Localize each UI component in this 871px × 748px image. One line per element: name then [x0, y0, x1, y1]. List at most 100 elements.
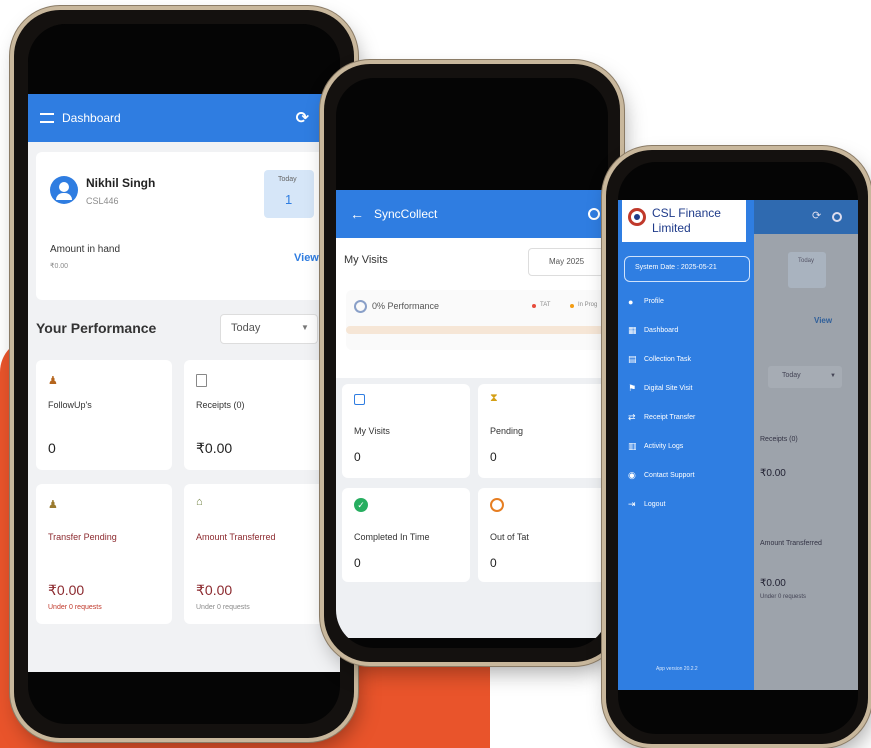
performance-title: Your Performance	[36, 320, 157, 336]
user-name: Nikhil Singh	[86, 176, 156, 190]
menu-icon[interactable]	[40, 113, 54, 123]
bank-icon: ⌂	[196, 496, 203, 508]
pending-card[interactable]: ⧗ Pending 0	[478, 384, 606, 478]
synccollect-content: My Visits May 2025 0% Performance TAT In…	[336, 238, 608, 638]
background-today-label: Today	[798, 258, 815, 264]
avatar	[50, 176, 78, 204]
app-version: App version 20.2.2	[656, 666, 698, 672]
background-amount-1: ₹0.00	[760, 468, 786, 479]
background-amount-2: ₹0.00	[760, 578, 786, 589]
out-of-tat-label: Out of Tat	[490, 532, 529, 542]
pending-value: 0	[490, 450, 497, 464]
background-search-icon	[832, 212, 842, 222]
background-transferred: Amount Transferred	[760, 540, 822, 547]
phone-dashboard: Dashboard ⟳ Nikhil Singh CSL446 Today 1 …	[14, 10, 354, 738]
menu-item-label: Activity Logs	[644, 443, 684, 450]
transfer-pending-card[interactable]: ♟ Transfer Pending ₹0.00 Under 0 request…	[36, 484, 172, 624]
system-date-badge: System Date : 2025-05-21	[624, 256, 750, 282]
profile-card: Nikhil Singh CSL446 Today 1 Amount in ha…	[36, 152, 336, 300]
receipts-label: Receipts (0)	[196, 400, 245, 410]
menu-item-profile[interactable]: ● Profile	[628, 296, 748, 314]
out-of-tat-value: 0	[490, 556, 497, 570]
performance-card: 0% Performance TAT In Prog	[346, 290, 608, 350]
chevron-down-icon: ▼	[301, 323, 309, 332]
background-period-select: Today ▼	[768, 366, 842, 388]
pending-icon: ♟	[48, 499, 58, 511]
my-visits-value: 0	[354, 450, 361, 464]
background-today-badge: Today	[788, 252, 826, 288]
menu-item-digital-site-visit[interactable]: ⚑ Digital Site Visit	[628, 383, 748, 401]
legend-tat: TAT	[540, 302, 551, 308]
menu-item-contact-support[interactable]: ◉ Contact Support	[628, 470, 748, 488]
menu-item-receipt-transfer[interactable]: ⇄ Receipt Transfer	[628, 412, 748, 430]
person-icon: ♟	[48, 375, 58, 387]
menu-item-label: Receipt Transfer	[644, 414, 696, 421]
amount-transferred-sub: Under 0 requests	[196, 604, 250, 611]
synccollect-app-bar: ← SyncCollect	[336, 190, 608, 238]
legend-dot-red	[532, 304, 536, 308]
followups-value: 0	[48, 440, 56, 456]
menu-item-label: Collection Task	[644, 356, 691, 363]
user-icon: ●	[628, 297, 634, 307]
legend-dot-orange	[570, 304, 574, 308]
today-badge-label: Today	[278, 176, 297, 183]
visits-summary: My Visits May 2025 0% Performance TAT In…	[336, 238, 608, 378]
alarm-icon	[490, 498, 504, 512]
synccollect-title: SyncCollect	[374, 207, 438, 221]
performance-progress-track	[346, 326, 608, 334]
period-select[interactable]: Today ▼	[220, 314, 318, 344]
phone-synccollect-screen: ← SyncCollect My Visits May 2025 0% Perf…	[336, 78, 608, 648]
task-icon: ▤	[628, 354, 637, 364]
menu-item-label: Logout	[644, 501, 666, 508]
background-sub: Under 0 requests	[760, 594, 807, 600]
out-of-tat-card[interactable]: Out of Tat 0	[478, 488, 606, 582]
gauge-icon	[354, 300, 367, 313]
followups-card[interactable]: ♟ FollowUp's 0	[36, 360, 172, 470]
menu-item-logout[interactable]: ⇥ Logout	[628, 499, 748, 517]
month-value: May 2025	[549, 257, 585, 266]
back-arrow-icon[interactable]: ←	[350, 206, 364, 222]
menu-item-collection-task[interactable]: ▤ Collection Task	[628, 354, 748, 372]
logout-icon: ⇥	[628, 499, 636, 509]
menu-item-activity-logs[interactable]: ▥ Activity Logs	[628, 441, 748, 459]
menu-item-label: Profile	[644, 298, 664, 305]
view-link[interactable]: View	[294, 252, 319, 264]
receipts-value: ₹0.00	[196, 440, 233, 456]
today-badge-value: 1	[285, 192, 293, 207]
transfer-pending-sub: Under 0 requests	[48, 604, 102, 611]
visit-icon	[354, 394, 365, 405]
amount-transferred-card[interactable]: ⌂ Amount Transferred ₹0.00 Under 0 reque…	[184, 484, 334, 624]
menu-item-dashboard[interactable]: ▦ Dashboard	[628, 325, 748, 343]
pending-label: Pending	[490, 426, 524, 436]
background-period-value: Today	[782, 372, 801, 379]
company-logo: CSL Finance Limited	[622, 200, 746, 242]
phone-drawer-screen: ⟳ Today View Today ▼ Receipts (0) ₹0.00 …	[618, 162, 858, 734]
receipt-icon	[196, 374, 207, 387]
today-badge[interactable]: Today 1	[264, 170, 314, 218]
search-icon[interactable]	[588, 208, 600, 220]
amount-label: Amount in hand	[50, 244, 121, 255]
amount-transferred-value: ₹0.00	[196, 582, 233, 598]
receipts-card[interactable]: Receipts (0) ₹0.00	[184, 360, 334, 470]
dashboard-icon: ▦	[628, 325, 637, 335]
completed-value: 0	[354, 556, 361, 570]
transfer-pending-label: Transfer Pending	[48, 532, 117, 542]
transfer-pending-value: ₹0.00	[48, 582, 85, 598]
app-bar-title: Dashboard	[62, 111, 121, 125]
refresh-icon[interactable]: ⟳	[296, 108, 309, 128]
performance-text: 0% Performance	[372, 301, 440, 311]
app-bar: Dashboard ⟳	[28, 94, 340, 142]
logo-line-2: Limited	[652, 221, 691, 235]
logo-line-1: CSL Finance	[652, 206, 721, 220]
completed-label: Completed In Time	[354, 532, 430, 542]
background-view-link: View	[814, 316, 833, 325]
content-area: Nikhil Singh CSL446 Today 1 Amount in ha…	[28, 142, 340, 672]
month-selector[interactable]: May 2025	[528, 248, 604, 276]
my-visits-card[interactable]: My Visits 0	[342, 384, 470, 478]
visits-title: My Visits	[344, 254, 388, 266]
support-icon: ◉	[628, 470, 636, 480]
check-icon: ✓	[354, 498, 368, 512]
completed-card[interactable]: ✓ Completed In Time 0	[342, 488, 470, 582]
phone-synccollect: ← SyncCollect My Visits May 2025 0% Perf…	[324, 64, 620, 662]
transfer-icon: ⇄	[628, 412, 636, 422]
